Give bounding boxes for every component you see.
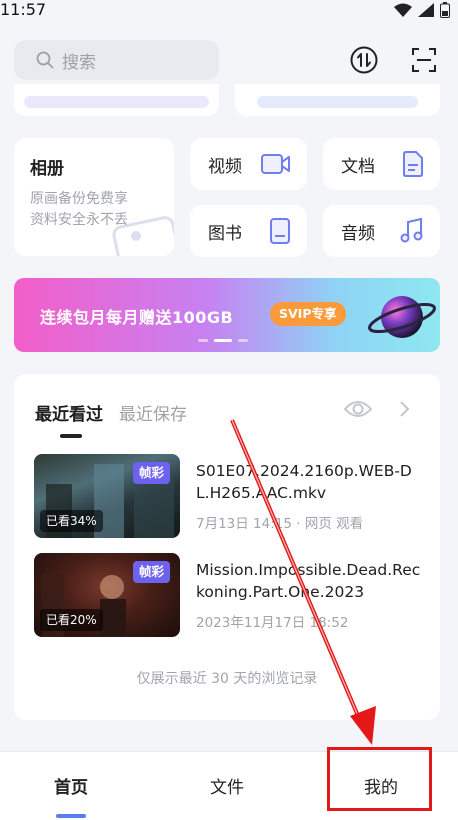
banner-text: 连续包月每月赠送100GB bbox=[40, 308, 234, 327]
recent-tabs: 最近看过 最近保存 bbox=[35, 400, 187, 425]
battery-icon bbox=[440, 2, 450, 18]
planet-icon bbox=[368, 296, 436, 338]
tile-document-label: 文档 bbox=[341, 156, 375, 177]
music-icon bbox=[400, 218, 423, 243]
nav-active-indicator bbox=[56, 814, 86, 818]
svip-tag: SVIP专享 bbox=[270, 302, 346, 326]
tile-video-label: 视频 bbox=[208, 156, 242, 177]
banner-dot-active bbox=[214, 339, 232, 342]
status-bar: 11:57 bbox=[0, 0, 458, 22]
tile-video[interactable]: 视频 bbox=[190, 138, 307, 190]
recent-panel: 最近看过 最近保存 帧彩 已看34% S01E07.2024.2160p.WEB… bbox=[14, 374, 440, 720]
tile-book[interactable]: 图书 bbox=[190, 205, 307, 257]
wifi-icon bbox=[394, 3, 412, 17]
nav-files[interactable]: 文件 bbox=[210, 773, 244, 798]
annotation-highlight-box bbox=[327, 747, 432, 811]
chevron-right-icon[interactable] bbox=[398, 400, 410, 418]
book-icon bbox=[270, 218, 290, 244]
watch-progress: 已看20% bbox=[40, 609, 103, 631]
tile-audio[interactable]: 音频 bbox=[323, 205, 440, 257]
tab-recently-viewed[interactable]: 最近看过 bbox=[35, 400, 103, 425]
history-note: 仅展示最近 30 天的浏览记录 bbox=[136, 671, 318, 687]
tile-book-label: 图书 bbox=[208, 223, 242, 244]
quality-badge: 帧彩 bbox=[132, 561, 170, 583]
video-title: Mission.Impossible.Dead.Reckoning.Part.O… bbox=[196, 561, 421, 601]
tile-document[interactable]: 文档 bbox=[323, 138, 440, 190]
banner-dot bbox=[238, 339, 248, 342]
search-bar[interactable]: 搜索 bbox=[14, 40, 219, 80]
scan-icon[interactable] bbox=[408, 44, 440, 76]
tile-audio-label: 音频 bbox=[341, 223, 375, 244]
list-item[interactable]: 帧彩 已看20% Mission.Impossible.Dead.Reckoni… bbox=[34, 553, 424, 637]
video-meta: 2023年11月17日 18:52 bbox=[196, 615, 349, 631]
document-icon bbox=[403, 151, 423, 177]
photo-deco-icon bbox=[112, 216, 174, 256]
watch-progress: 已看34% bbox=[40, 510, 103, 532]
video-title: S01E07.2024.2160p.WEB-DL.H265.AAC.mkv bbox=[196, 462, 412, 502]
status-time: 11:57 bbox=[0, 0, 47, 19]
search-placeholder: 搜索 bbox=[62, 52, 96, 73]
tab-recently-saved[interactable]: 最近保存 bbox=[119, 400, 187, 425]
video-meta: 7月13日 14:15 · 网页 观看 bbox=[196, 516, 364, 532]
video-thumbnail: 帧彩 已看20% bbox=[34, 553, 180, 637]
album-desc-line1: 原画备份免费享 bbox=[30, 191, 128, 207]
list-item[interactable]: 帧彩 已看34% S01E07.2024.2160p.WEB-DL.H265.A… bbox=[34, 454, 424, 538]
tab-underline bbox=[60, 434, 82, 438]
status-icons bbox=[394, 2, 450, 18]
album-card[interactable]: 相册 原画备份免费享 资料安全永不丢 bbox=[14, 138, 174, 256]
video-thumbnail: 帧彩 已看34% bbox=[34, 454, 180, 538]
scrolled-card-right[interactable] bbox=[235, 84, 440, 116]
transfer-icon[interactable] bbox=[348, 44, 380, 76]
search-icon bbox=[36, 51, 54, 69]
scrolled-card-left[interactable] bbox=[14, 84, 219, 116]
video-icon bbox=[261, 154, 290, 174]
nav-home[interactable]: 首页 bbox=[54, 773, 88, 798]
quality-badge: 帧彩 bbox=[132, 462, 170, 484]
signal-icon bbox=[418, 3, 434, 17]
eye-icon[interactable] bbox=[344, 399, 372, 419]
album-title: 相册 bbox=[30, 159, 64, 179]
banner-indicator bbox=[198, 339, 248, 342]
banner-dot bbox=[198, 339, 208, 342]
